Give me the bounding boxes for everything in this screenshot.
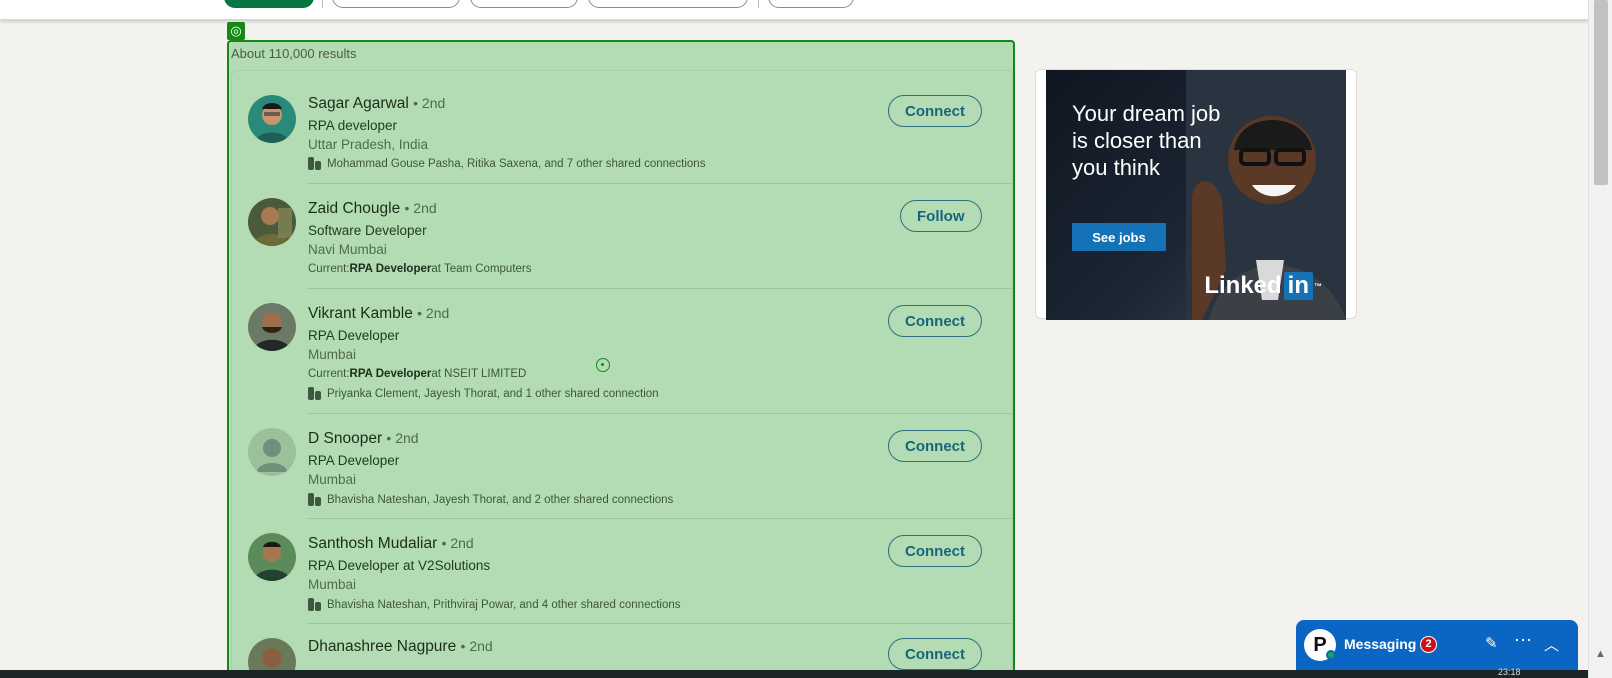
connection-degree: • 2nd	[441, 535, 474, 551]
current-position: Current: RPA Developer at NSEIT LIMITED	[308, 368, 526, 380]
connect-button[interactable]: Connect	[888, 535, 982, 567]
page-scrollbar[interactable]: ▲	[1588, 0, 1612, 678]
list-item[interactable]: Santhosh Mudaliar • 2nd RPA Developer at…	[232, 519, 1014, 624]
logo-in: in	[1283, 272, 1313, 300]
current-role: RPA Developer	[349, 263, 432, 275]
ad-banner[interactable]: Your dream job is closer than you think …	[1046, 70, 1346, 320]
avatar[interactable]	[248, 198, 296, 246]
shared-connections[interactable]: Priyanka Clement, Jayesh Thorat, and 1 o…	[308, 387, 659, 400]
person-name-line: Zaid Chougle • 2nd	[308, 200, 437, 218]
current-company: at NSEIT LIMITED	[431, 368, 527, 380]
person-location: Mumbai	[308, 577, 357, 592]
person-location: Navi Mumbai	[308, 242, 387, 257]
online-status-dot	[1326, 650, 1336, 660]
avatar[interactable]	[248, 303, 296, 351]
person-name-line: Santhosh Mudaliar • 2nd	[308, 535, 474, 553]
crosshair-icon	[596, 358, 610, 372]
overlay-target-icon: ◎	[227, 22, 245, 40]
person-location: Mumbai	[308, 347, 357, 362]
avatar[interactable]	[248, 533, 296, 581]
connect-button[interactable]: Connect	[888, 430, 982, 462]
shared-connections-text: Bhavisha Nateshan, Jayesh Thorat, and 2 …	[327, 493, 674, 506]
filter-pill-people[interactable]	[224, 0, 314, 8]
logo-word: Linked	[1204, 272, 1282, 299]
shared-connections-text: Bhavisha Nateshan, Prithviraj Powar, and…	[327, 598, 681, 611]
person-name[interactable]: D Snooper	[308, 430, 382, 447]
shared-connections-text: Mohammad Gouse Pasha, Ritika Saxena, and…	[327, 157, 706, 170]
current-role: RPA Developer	[349, 368, 432, 380]
avatar[interactable]	[248, 428, 296, 476]
list-item[interactable]: D Snooper • 2nd RPA Developer Mumbai Bha…	[232, 414, 1014, 519]
current-position: Current: RPA Developer at Team Computers	[308, 263, 532, 275]
person-headline: RPA Developer	[308, 328, 400, 343]
list-item[interactable]: Vikrant Kamble • 2nd RPA Developer Mumba…	[232, 289, 1014, 414]
shared-connections[interactable]: Bhavisha Nateshan, Prithviraj Powar, and…	[308, 598, 681, 611]
people-icon	[308, 387, 321, 400]
messaging-bar[interactable]: P Messaging 2 ✎ ⋯ ︿	[1296, 620, 1578, 670]
person-headline: RPA Developer at V2Solutions	[308, 558, 491, 573]
people-icon	[308, 598, 321, 611]
more-options-icon[interactable]: ⋯	[1514, 630, 1532, 651]
person-headline: Software Developer	[308, 223, 427, 238]
list-item[interactable]: Sagar Agarwal • 2nd RPA developer Uttar …	[232, 71, 1014, 184]
scroll-up-arrow-icon[interactable]: ▲	[1595, 648, 1606, 660]
follow-button[interactable]: Follow	[900, 200, 982, 232]
connection-degree: • 2nd	[460, 638, 493, 654]
compose-icon[interactable]: ✎	[1485, 634, 1498, 652]
current-prefix: Current:	[308, 263, 350, 275]
shared-connections-text: Priyanka Clement, Jayesh Thorat, and 1 o…	[327, 387, 659, 400]
person-location: Mumbai	[308, 472, 357, 487]
filter-pill-current-company[interactable]	[588, 0, 748, 8]
results-list: Sagar Agarwal • 2nd RPA developer Uttar …	[231, 70, 1013, 678]
person-headline: RPA Developer	[308, 453, 400, 468]
person-name[interactable]: Dhanashree Nagpure	[308, 638, 456, 655]
person-name[interactable]: Vikrant Kamble	[308, 305, 413, 322]
messaging-label[interactable]: Messaging	[1344, 636, 1416, 652]
chevron-up-icon[interactable]: ︿	[1544, 634, 1559, 655]
person-name-line: Vikrant Kamble • 2nd	[308, 305, 449, 323]
connect-button[interactable]: Connect	[888, 638, 982, 670]
people-icon	[308, 493, 321, 506]
connection-degree: • 2nd	[404, 200, 437, 216]
ad-headline: Your dream job is closer than you think	[1072, 101, 1221, 180]
person-name[interactable]: Sagar Agarwal	[308, 95, 409, 112]
ad-card[interactable]: Your dream job is closer than you think …	[1035, 69, 1357, 320]
unread-badge: 2	[1420, 636, 1437, 653]
connection-degree: • 2nd	[417, 305, 450, 321]
linkedin-logo: Linked in ™	[1204, 272, 1322, 300]
avatar[interactable]	[248, 95, 296, 143]
person-name[interactable]: Zaid Chougle	[308, 200, 400, 217]
list-item[interactable]: Zaid Chougle • 2nd Software Developer Na…	[232, 184, 1014, 289]
see-jobs-button[interactable]: See jobs	[1072, 223, 1166, 251]
person-name-line: Dhanashree Nagpure • 2nd	[308, 638, 493, 656]
person-location: Uttar Pradesh, India	[308, 137, 429, 152]
connect-button[interactable]: Connect	[888, 305, 982, 337]
filter-separator	[758, 0, 759, 8]
person-name-line: D Snooper • 2nd	[308, 430, 419, 448]
scrollbar-thumb[interactable]	[1594, 0, 1608, 185]
current-company: at Team Computers	[431, 263, 532, 275]
connection-degree: • 2nd	[386, 430, 419, 446]
person-headline: RPA developer	[308, 118, 398, 133]
connection-degree: • 2nd	[413, 95, 446, 111]
filter-pill-locations[interactable]	[470, 0, 578, 8]
filter-pill-all-filters[interactable]	[768, 0, 854, 8]
people-icon	[308, 157, 321, 170]
shared-connections[interactable]: Bhavisha Nateshan, Jayesh Thorat, and 2 …	[308, 493, 673, 506]
taskbar-clock: 23:18	[1498, 667, 1521, 677]
top-filter-bar	[0, 0, 1588, 20]
logo-trademark: ™	[1314, 281, 1322, 291]
search-results-panel: About 110,000 results Sagar Agarwal • 2n…	[227, 40, 1015, 678]
connect-button[interactable]: Connect	[888, 95, 982, 127]
person-name[interactable]: Santhosh Mudaliar	[308, 535, 437, 552]
results-count: About 110,000 results	[231, 46, 357, 61]
os-taskbar	[0, 670, 1588, 678]
shared-connections[interactable]: Mohammad Gouse Pasha, Ritika Saxena, and…	[308, 157, 705, 170]
filter-pill-connections[interactable]	[332, 0, 460, 8]
current-prefix: Current:	[308, 368, 350, 380]
filter-separator	[322, 0, 323, 8]
person-name-line: Sagar Agarwal • 2nd	[308, 95, 445, 113]
